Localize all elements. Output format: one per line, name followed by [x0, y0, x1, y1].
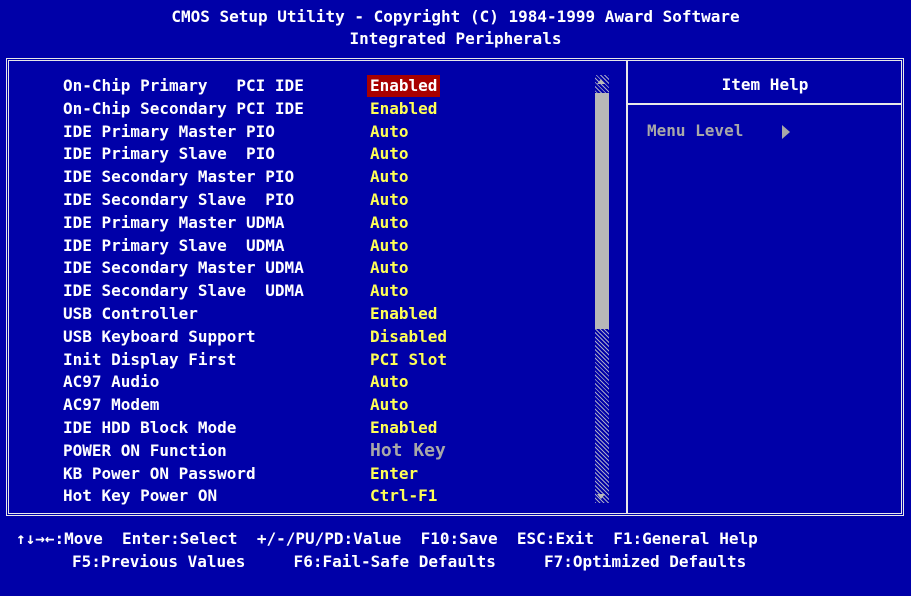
page-title: Integrated Peripherals	[349, 29, 562, 48]
setting-label: IDE Secondary Master PIO	[63, 167, 295, 187]
setting-value[interactable]: Enter	[367, 463, 421, 485]
arrow-down-icon[interactable]	[597, 494, 605, 499]
setting-value[interactable]: Auto	[367, 189, 412, 211]
help-divider	[626, 103, 901, 105]
setting-label: IDE Secondary Master UDMA	[63, 258, 304, 278]
setting-label: IDE Primary Slave PIO	[63, 144, 275, 164]
setting-value[interactable]: Ctrl-F1	[367, 485, 440, 507]
setting-label: On-Chip Primary PCI IDE	[63, 76, 304, 95]
setting-value[interactable]: PCI Slot	[367, 349, 450, 371]
panel-divider	[626, 61, 628, 513]
key-help-bar: ↑↓→←:Move Enter:Select +/-/PU/PD:Value F…	[0, 527, 911, 596]
header: CMOS Setup Utility - Copyright (C) 1984-…	[0, 0, 911, 58]
setting-label: IDE Primary Master UDMA	[63, 212, 285, 232]
setting-label: USB Keyboard Support	[63, 326, 256, 346]
setting-value[interactable]: Enabled	[367, 417, 440, 439]
setting-label: IDE Primary Master PIO	[63, 121, 275, 141]
menu-level-label: Menu Level	[647, 121, 744, 140]
setting-value[interactable]: Auto	[367, 166, 412, 188]
setting-value[interactable]: Auto	[367, 257, 412, 279]
setting-value[interactable]: Auto	[367, 121, 412, 143]
setting-label: IDE Secondary Slave UDMA	[63, 281, 304, 301]
setting-value[interactable]: Auto	[367, 143, 412, 165]
setting-label: USB Controller	[63, 303, 198, 323]
scrollbar-thumb[interactable]	[595, 93, 609, 329]
setting-value: Hot Key	[370, 439, 446, 461]
setting-label: IDE HDD Block Mode	[63, 417, 237, 437]
key-help-line-2: F5:Previous Values F6:Fail-Safe Defaults…	[72, 552, 747, 571]
setting-value[interactable]: Auto	[367, 371, 412, 393]
setting-value[interactable]: Auto	[367, 235, 412, 257]
setting-label: Init Display First	[63, 349, 237, 369]
triangle-right-icon	[782, 125, 790, 139]
item-help-title: Item Help	[721, 75, 809, 94]
setting-label: IDE Secondary Slave PIO	[63, 189, 295, 209]
setting-label: AC97 Modem	[63, 395, 160, 415]
main-panel: On-Chip Primary PCI IDE Enabled On-Chip Se…	[6, 58, 904, 516]
setting-value[interactable]: Auto	[367, 212, 412, 234]
setting-label: AC97 Audio	[63, 372, 160, 392]
setting-value[interactable]: Auto	[367, 394, 412, 416]
window-title: CMOS Setup Utility - Copyright (C) 1984-…	[171, 7, 740, 26]
key-help-line-1: ↑↓→←:Move Enter:Select +/-/PU/PD:Value F…	[16, 529, 758, 548]
setting-label: On-Chip Secondary PCI IDE	[63, 98, 304, 118]
setting-label: IDE Primary Slave UDMA	[63, 235, 285, 255]
setting-label: POWER ON Function	[63, 440, 227, 460]
setting-value[interactable]: Disabled	[367, 326, 450, 348]
setting-value[interactable]: Auto	[367, 280, 412, 302]
setting-label: Hot Key Power ON	[63, 486, 218, 506]
arrow-up-icon[interactable]	[597, 79, 605, 84]
scrollbar[interactable]	[595, 75, 609, 503]
setting-label: KB Power ON Password	[63, 463, 256, 483]
setting-value[interactable]: Enabled	[367, 98, 440, 120]
setting-value[interactable]: Enabled	[367, 303, 440, 325]
setting-value[interactable]: Enabled	[367, 75, 441, 97]
